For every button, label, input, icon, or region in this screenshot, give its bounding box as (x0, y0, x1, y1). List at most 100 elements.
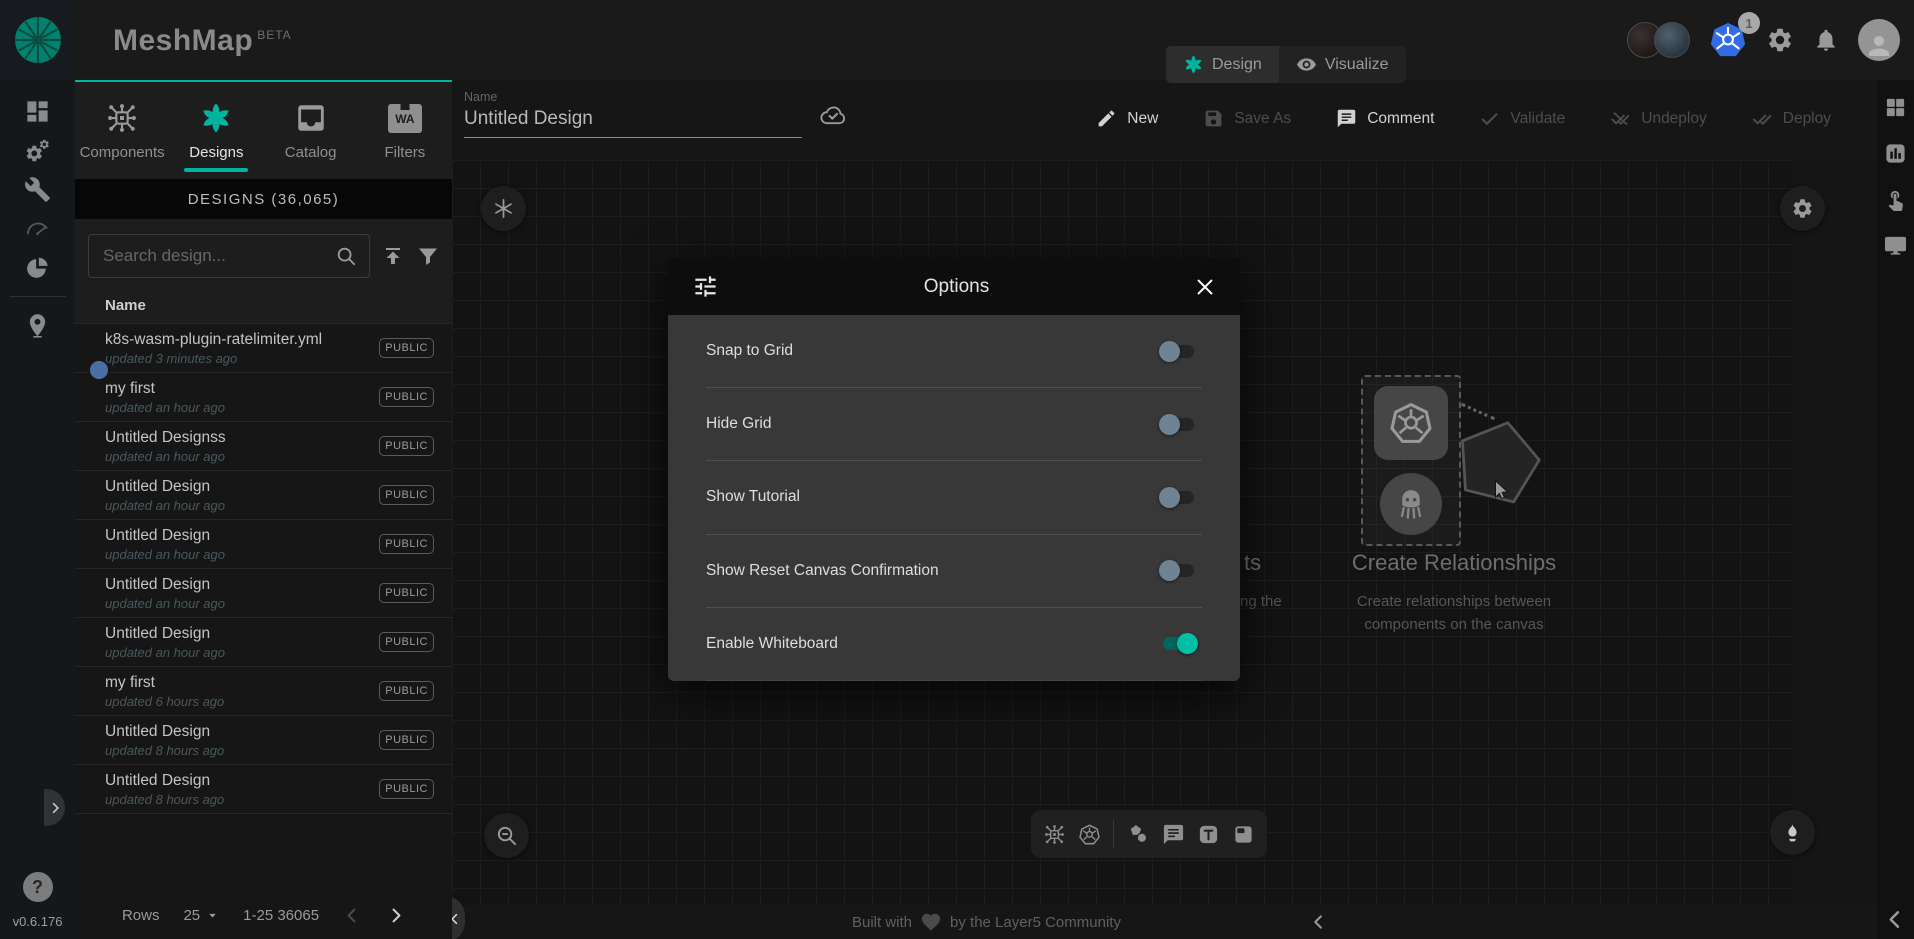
options-modal: Options Snap to Grid Hide Grid Show Tuto… (668, 258, 1240, 681)
design-name-input[interactable] (464, 108, 802, 138)
rows-per-page-select[interactable]: 25 (183, 907, 219, 924)
cloud-check-icon (818, 100, 848, 130)
show-tutorial-toggle[interactable] (1163, 491, 1194, 504)
beta-tag: BETA (257, 28, 291, 42)
hide-grid-toggle[interactable] (1163, 418, 1194, 431)
metrics-button[interactable] (1884, 142, 1907, 165)
notifications-button[interactable] (1813, 27, 1839, 53)
helper-button[interactable] (1770, 810, 1815, 855)
meshmap-app: MeshMapBETA Design Visualize 1 (0, 0, 1914, 939)
components-tool-icon[interactable] (1043, 823, 1066, 846)
location-pin-icon (24, 312, 51, 339)
comment-button-label: Comment (1367, 110, 1434, 128)
settings-button[interactable] (1766, 26, 1794, 54)
canvas-right-gutter (1793, 160, 1877, 905)
onboarding-shape-node (1452, 416, 1544, 508)
options-modal-title: Options (719, 276, 1194, 298)
nav-dashboard[interactable] (0, 92, 75, 131)
tab-catalog[interactable]: Catalog (264, 82, 358, 179)
squid-icon (1392, 485, 1430, 523)
new-button[interactable]: New (1096, 108, 1158, 129)
layer5-logo[interactable] (0, 0, 75, 80)
design-list-item[interactable]: Untitled Design updated 8 hours ago PUBL… (75, 716, 452, 765)
pagination-range: 1-25 36065 (243, 907, 319, 924)
search-input[interactable] (101, 245, 327, 267)
show-reset-canvas-confirmation-toggle[interactable] (1163, 564, 1194, 577)
design-list-item[interactable]: Untitled Design updated an hour ago PUBL… (75, 569, 452, 618)
design-list-item[interactable]: Untitled Design updated an hour ago PUBL… (75, 471, 452, 520)
context-count-badge: 1 (1738, 12, 1760, 34)
nav-meshmap[interactable] (0, 306, 75, 345)
zoom-button[interactable] (484, 813, 529, 858)
text-tool-icon[interactable] (1197, 823, 1220, 846)
designs-panel: Components Designs Catalog WA Filters DE… (75, 80, 452, 939)
upload-icon (381, 244, 405, 268)
chevron-right-icon (48, 801, 62, 815)
canvas-config-button[interactable] (481, 186, 526, 231)
right-rail-collapse-button[interactable] (1884, 908, 1907, 931)
top-header: MeshMapBETA Design Visualize 1 (0, 0, 1914, 80)
kubernetes-tool-icon[interactable] (1078, 823, 1101, 846)
design-name: Untitled Design (105, 625, 225, 643)
design-list-item[interactable]: Untitled Designss updated an hour ago PU… (75, 422, 452, 471)
nav-extensions[interactable] (0, 248, 75, 287)
nav-configuration[interactable] (0, 170, 75, 209)
design-list-item[interactable]: Untitled Design updated an hour ago PUBL… (75, 520, 452, 569)
kubernetes-wheel-icon (1388, 400, 1434, 446)
onboarding-description: Create relationships between components … (1323, 590, 1585, 637)
prev-page-button[interactable] (343, 906, 362, 925)
canvas-options-button[interactable] (1780, 186, 1825, 231)
meshmap-pinwheel-icon (1183, 54, 1204, 75)
undeploy-button-label: Undeploy (1641, 110, 1707, 128)
save-as-button[interactable]: Save As (1203, 108, 1291, 129)
grid-squares-icon (1884, 96, 1907, 119)
toggle-knob (1177, 633, 1198, 654)
comment-button[interactable]: Comment (1336, 108, 1434, 129)
tab-designs[interactable]: Designs (169, 82, 263, 179)
interaction-button[interactable] (1884, 188, 1907, 211)
design-list-item[interactable]: my first updated an hour ago PUBLIC (75, 373, 452, 422)
collaborator-avatars[interactable] (1627, 22, 1690, 58)
nav-performance[interactable] (0, 209, 75, 248)
footer-collapse-button[interactable] (1310, 913, 1328, 931)
options-modal-header: Options (668, 258, 1240, 315)
nav-lifecycle[interactable] (0, 131, 75, 170)
tab-components[interactable]: Components (75, 82, 169, 179)
kubernetes-context-button[interactable]: 1 (1709, 21, 1747, 59)
catalog-drawer-icon (294, 101, 328, 135)
designs-pinwheel-icon (199, 101, 233, 135)
import-design-button[interactable] (381, 244, 405, 268)
validate-button[interactable]: Validate (1479, 108, 1565, 129)
collaborator-avatar-2[interactable] (1654, 22, 1690, 58)
design-list-item[interactable]: k8s-wasm-plugin-ratelimiter.yml updated … (75, 324, 452, 373)
wasm-icon-label: WA (395, 112, 414, 126)
widgets-button[interactable] (1884, 96, 1907, 119)
deploy-button[interactable]: Deploy (1752, 108, 1831, 129)
close-modal-button[interactable] (1194, 276, 1216, 298)
tab-visualize[interactable]: Visualize (1279, 46, 1406, 83)
media-tool-icon[interactable] (1232, 823, 1255, 846)
design-list-item[interactable]: my first updated 6 hours ago PUBLIC (75, 667, 452, 716)
visibility-badge: PUBLIC (379, 583, 434, 603)
user-avatar[interactable] (1858, 19, 1900, 61)
tab-visualize-label: Visualize (1325, 56, 1389, 74)
visibility-badge: PUBLIC (379, 534, 434, 554)
search-icon[interactable] (335, 245, 357, 267)
filter-button[interactable] (416, 244, 440, 268)
snap-to-grid-toggle[interactable] (1163, 345, 1194, 358)
tab-filters[interactable]: WA Filters (358, 82, 452, 179)
comment-tool-icon[interactable] (1162, 823, 1185, 846)
undeploy-button[interactable]: Undeploy (1610, 108, 1707, 129)
enable-whiteboard-toggle[interactable] (1163, 637, 1194, 650)
tab-design[interactable]: Design (1166, 46, 1279, 83)
design-updated: updated an hour ago (105, 596, 225, 611)
right-tool-rail (1877, 80, 1914, 939)
onboarding-squid-node (1380, 473, 1442, 535)
shapes-tool-icon[interactable] (1127, 823, 1150, 846)
next-page-button[interactable] (386, 906, 405, 925)
design-list-item[interactable]: Untitled Design updated 8 hours ago PUBL… (75, 765, 452, 814)
clipped-card-description-fragment: ng the (1240, 593, 1282, 610)
display-button[interactable] (1884, 234, 1907, 257)
help-button[interactable]: ? (23, 872, 53, 902)
design-list-item[interactable]: Untitled Design updated an hour ago PUBL… (75, 618, 452, 667)
